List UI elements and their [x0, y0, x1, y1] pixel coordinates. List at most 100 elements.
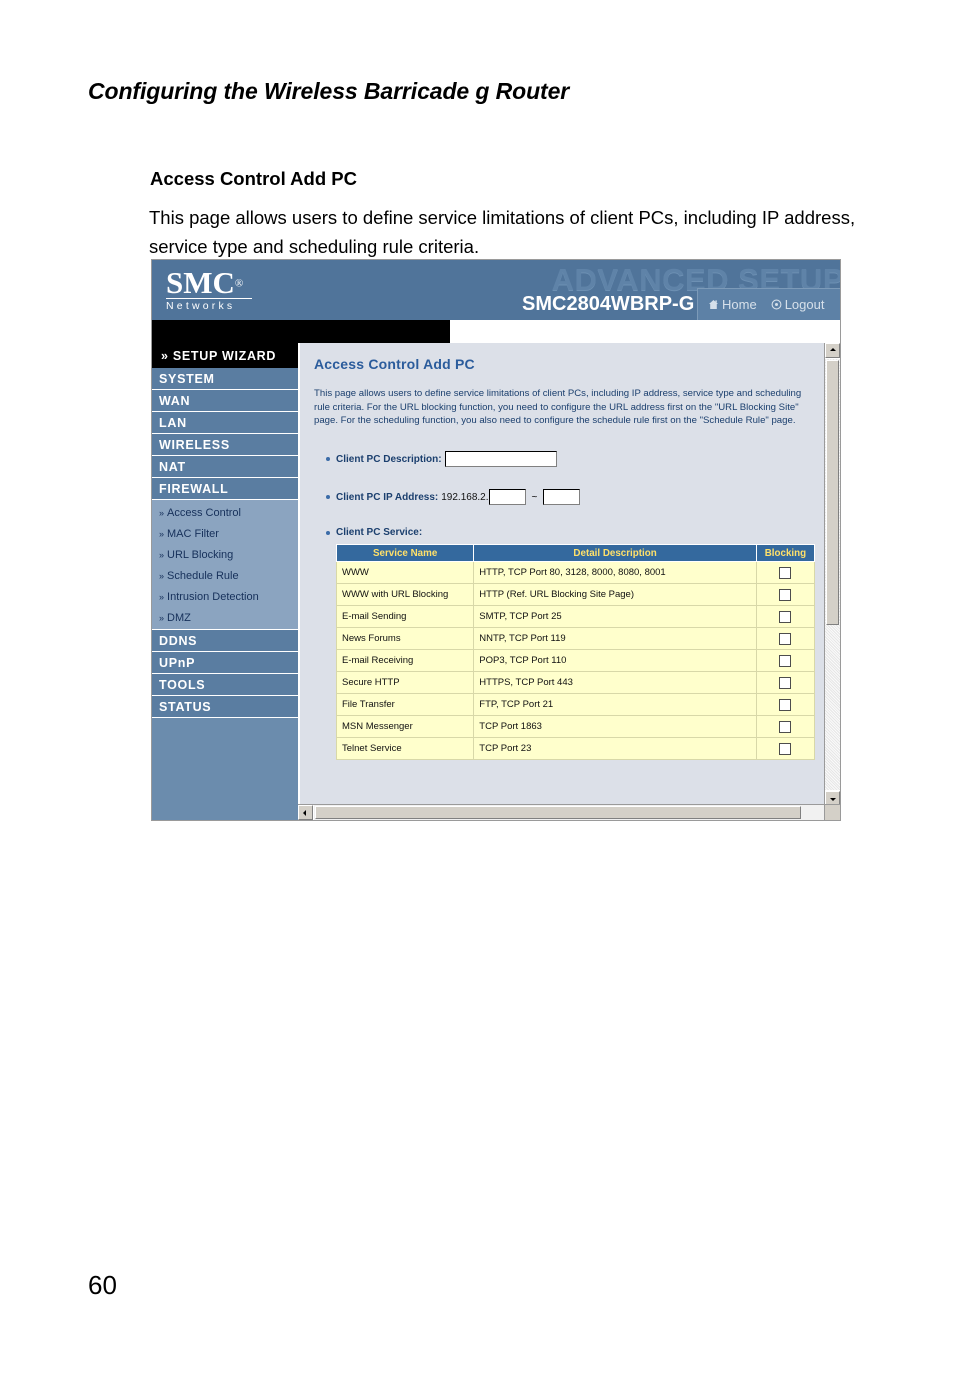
blocking-checkbox[interactable]	[779, 588, 792, 601]
client-pc-description-input[interactable]	[444, 451, 557, 467]
vertical-scrollbar[interactable]	[824, 343, 840, 806]
sidebar-item-access-control[interactable]: » Access Control	[152, 502, 298, 523]
triangle-left-icon	[303, 809, 306, 816]
sidebar-item-label: TOOLS	[159, 677, 206, 692]
sidebar-item-lan[interactable]: LAN	[152, 412, 298, 434]
table-header-row: Service Name Detail Description Blocking	[335, 544, 816, 562]
client-pc-ip-end-input[interactable]	[543, 489, 581, 505]
cell-blocking	[755, 737, 816, 760]
chevron-right-icon: »	[159, 528, 165, 539]
cell-blocking	[755, 561, 816, 584]
sidebar-item-label: WIRELESS	[159, 437, 230, 452]
sidebar-item-label: DDNS	[159, 633, 198, 648]
blocking-checkbox[interactable]	[779, 720, 792, 733]
blocking-checkbox[interactable]	[779, 676, 792, 689]
field-client-pc-service: Client PC Service:	[326, 527, 422, 538]
bullet-icon	[326, 495, 330, 499]
smc-logo: SMC® Networks	[166, 267, 252, 312]
cell-blocking	[755, 693, 816, 716]
cell-detail-description: HTTP (Ref. URL Blocking Site Page)	[473, 583, 757, 606]
client-pc-ip-start-input[interactable]	[488, 489, 526, 505]
sidebar-item-schedule-rule[interactable]: » Schedule Rule	[152, 565, 298, 586]
content-pane: Access Control Add PC This page allows u…	[298, 343, 840, 820]
sidebar-item-firewall[interactable]: FIREWALL	[152, 478, 298, 500]
table-row: Secure HTTP HTTPS, TCP Port 443	[335, 671, 816, 694]
blocking-checkbox[interactable]	[779, 632, 792, 645]
horizontal-scrollbar[interactable]	[298, 804, 840, 820]
sidebar-item-label: Intrusion Detection	[167, 590, 259, 603]
table-row: WWW HTTP, TCP Port 80, 3128, 8000, 8080,…	[335, 561, 816, 584]
vertical-scrollbar-thumb[interactable]	[826, 360, 839, 625]
chevron-right-icon: »	[159, 570, 165, 581]
cell-service-name: E-mail Sending	[335, 605, 475, 628]
cell-detail-description: HTTP, TCP Port 80, 3128, 8000, 8080, 800…	[473, 561, 757, 584]
cell-service-name: WWW with URL Blocking	[335, 583, 475, 606]
sidebar-item-label: SYSTEM	[159, 371, 215, 386]
sidebar-item-intrusion-detection[interactable]: » Intrusion Detection	[152, 586, 298, 607]
table-row: WWW with URL Blocking HTTP (Ref. URL Blo…	[335, 583, 816, 606]
blocking-checkbox[interactable]	[779, 566, 792, 579]
logout-icon	[771, 299, 782, 310]
chevron-right-icon: »	[159, 507, 165, 518]
field-label: Client PC Service:	[336, 527, 423, 538]
scroll-up-button[interactable]	[825, 343, 840, 358]
sidebar-item-wireless[interactable]: WIRELESS	[152, 434, 298, 456]
sidebar-item-dmz[interactable]: » DMZ	[152, 607, 298, 628]
chevron-right-icon: »	[159, 612, 165, 623]
ip-prefix: 192.168.2.	[441, 491, 489, 503]
cell-detail-description: FTP, TCP Port 21	[473, 693, 757, 716]
column-header-service-name: Service Name	[335, 544, 475, 562]
logout-button[interactable]: Logout	[771, 297, 824, 312]
home-button[interactable]: Home	[708, 297, 757, 312]
router-model-name: SMC2804WBRP-G	[522, 293, 695, 315]
triangle-up-icon	[829, 348, 836, 351]
service-table-body: WWW HTTP, TCP Port 80, 3128, 8000, 8080,…	[335, 561, 816, 760]
blocking-checkbox[interactable]	[779, 610, 792, 623]
sidebar-item-label: STATUS	[159, 699, 212, 714]
cell-service-name: Telnet Service	[335, 737, 475, 760]
cell-service-name: Secure HTTP	[335, 671, 475, 694]
blocking-checkbox[interactable]	[779, 698, 792, 711]
table-row: E-mail Receiving POP3, TCP Port 110	[335, 649, 816, 672]
cell-service-name: MSN Messenger	[335, 715, 475, 738]
registered-trademark-icon: ®	[234, 277, 244, 290]
sidebar-item-label: WAN	[159, 393, 191, 408]
content-inner: Access Control Add PC This page allows u…	[300, 343, 823, 806]
sidebar-item-upnp[interactable]: UPnP	[152, 652, 298, 674]
cell-detail-description: POP3, TCP Port 110	[473, 649, 757, 672]
service-table: Service Name Detail Description Blocking…	[335, 544, 816, 760]
field-label: Client PC Description:	[336, 453, 442, 465]
blocking-checkbox[interactable]	[779, 742, 792, 755]
sidebar-item-label: Schedule Rule	[167, 569, 239, 582]
sidebar-item-setup-wizard[interactable]: » SETUP WIZARD	[152, 343, 298, 368]
column-header-blocking: Blocking	[755, 544, 816, 562]
cell-detail-description: NNTP, TCP Port 119	[473, 627, 757, 650]
table-row: File Transfer FTP, TCP Port 21	[335, 693, 816, 716]
page-title: Access Control Add PC	[314, 356, 475, 372]
sidebar-item-mac-filter[interactable]: » MAC Filter	[152, 523, 298, 544]
chevron-right-icon: »	[159, 549, 165, 560]
sidebar-item-url-blocking[interactable]: » URL Blocking	[152, 544, 298, 565]
sidebar-item-ddns[interactable]: DDNS	[152, 630, 298, 652]
chevron-right-icon: »	[159, 591, 165, 602]
sidebar-item-system[interactable]: SYSTEM	[152, 368, 298, 390]
sidebar-item-label: » SETUP WIZARD	[161, 348, 277, 363]
field-client-pc-description: Client PC Description:	[326, 451, 557, 467]
sidebar-item-label: URL Blocking	[167, 548, 234, 561]
bullet-icon	[326, 457, 330, 461]
scroll-left-button[interactable]	[298, 805, 313, 820]
banner-black-strip	[152, 320, 450, 343]
horizontal-scrollbar-thumb[interactable]	[315, 806, 801, 819]
sidebar-item-tools[interactable]: TOOLS	[152, 674, 298, 696]
sidebar-item-status[interactable]: STATUS	[152, 696, 298, 718]
blocking-checkbox[interactable]	[779, 654, 792, 667]
sidebar-item-nat[interactable]: NAT	[152, 456, 298, 478]
home-icon	[708, 299, 719, 310]
sidebar-item-label: UPnP	[159, 655, 196, 670]
cell-service-name: News Forums	[335, 627, 475, 650]
sidebar-nav: » SETUP WIZARD SYSTEM WAN LAN WIRELESS N…	[152, 343, 298, 820]
cell-blocking	[755, 627, 816, 650]
sidebar-filler	[152, 718, 298, 820]
sidebar-item-wan[interactable]: WAN	[152, 390, 298, 412]
column-header-detail-description: Detail Description	[473, 544, 757, 562]
